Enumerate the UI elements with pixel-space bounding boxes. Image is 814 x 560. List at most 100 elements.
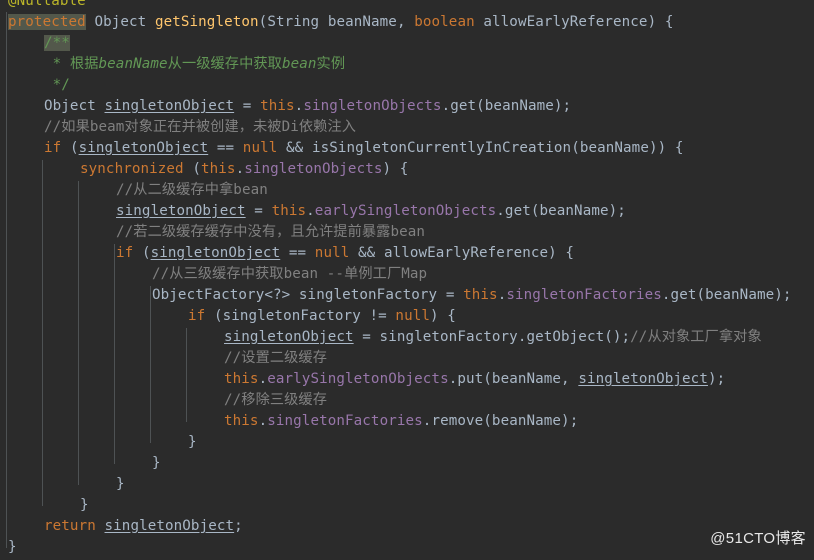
code-token: this [260, 98, 295, 114]
code-token: allowEarlyReference [474, 14, 648, 30]
code-token: ( [183, 161, 201, 177]
code-line[interactable]: /** [0, 33, 814, 54]
code-line[interactable]: //从三级缓存中获取bean --单例工厂Map [0, 264, 814, 285]
code-token: = [245, 203, 272, 219]
code-token: Object [44, 98, 96, 114]
code-line[interactable]: * 根据beanName从一级缓存中获取bean实例 [0, 54, 814, 75]
code-token: beanName [98, 56, 168, 72]
code-token: beanName, [319, 14, 415, 30]
code-token: //如果beam对象正在并被创建，未被Di依赖注入 [44, 119, 357, 135]
code-token: /** [44, 35, 70, 51]
code-content[interactable]: @Nullable protected Object getSingleton(S… [0, 0, 814, 558]
code-token: //若二级缓存缓存中没有，且允许提前暴露bean [116, 224, 426, 240]
code-token: if [44, 140, 62, 156]
code-token: == [280, 245, 315, 261]
code-token: ; [234, 518, 243, 534]
code-token: singletonObjects [244, 161, 383, 177]
code-token: Object [94, 14, 147, 30]
code-token: null [395, 308, 430, 324]
code-token: . [235, 161, 245, 177]
code-line[interactable]: @Nullable [0, 0, 814, 12]
code-editor[interactable]: @Nullable protected Object getSingleton(S… [0, 0, 814, 560]
code-token: .remove(beanName); [422, 413, 579, 429]
code-token: null [242, 140, 278, 156]
code-line[interactable]: } [0, 432, 814, 453]
code-token: null [314, 245, 350, 261]
code-token: ( [133, 245, 151, 261]
code-token: singletonFactories [267, 413, 423, 429]
code-token: singletonObject [150, 245, 281, 261]
code-token: */ [44, 77, 70, 93]
code-line[interactable]: return singletonObject; [0, 516, 814, 537]
code-line[interactable]: } [0, 537, 814, 558]
code-token: singletonObject [104, 518, 235, 534]
code-line[interactable]: //若二级缓存缓存中没有，且允许提前暴露bean [0, 222, 814, 243]
code-line[interactable]: } [0, 474, 814, 495]
code-token: //从二级缓存中拿bean [116, 182, 268, 198]
code-token: if [116, 245, 134, 261]
code-token: && isSingletonCurrentlyInCreation(beanNa… [277, 140, 684, 156]
code-token: String [267, 14, 320, 30]
code-token: . [258, 413, 268, 429]
code-line[interactable]: ObjectFactory<?> singletonFactory = this… [0, 285, 814, 306]
code-token: .put(beanName, [448, 371, 579, 387]
code-token: this [224, 371, 259, 387]
code-token: this [463, 287, 498, 303]
code-token: bean [281, 56, 317, 72]
code-line[interactable]: if (singletonObject == null && allowEarl… [0, 243, 814, 264]
code-token: singletonObject [104, 98, 235, 114]
code-token: singletonObject [224, 329, 354, 345]
code-token: getSingleton [154, 14, 259, 30]
code-line[interactable]: if (singletonFactory != null) { [0, 306, 814, 327]
code-line[interactable]: //移除三级缓存 [0, 390, 814, 411]
code-token: ) { [647, 14, 674, 30]
code-token: @Nullable [8, 0, 86, 9]
code-token: boolean [414, 14, 475, 30]
code-line[interactable]: */ [0, 75, 814, 96]
code-line[interactable]: this.earlySingletonObjects.put(beanName,… [0, 369, 814, 390]
code-token: this [224, 413, 259, 429]
code-token: singletonObject [578, 371, 708, 387]
code-line[interactable]: Object singletonObject = this.singletonO… [0, 96, 814, 117]
code-token: .get(beanName); [661, 287, 792, 303]
code-token: == [208, 140, 243, 156]
code-line[interactable]: //从二级缓存中拿bean [0, 180, 814, 201]
code-token: //从对象工厂拿对象 [630, 329, 762, 345]
code-token: singletonObject [116, 203, 246, 219]
code-token: . [258, 371, 268, 387]
code-line[interactable]: singletonObject = this.earlySingletonObj… [0, 201, 814, 222]
code-token: = [234, 98, 261, 114]
code-line[interactable]: //如果beam对象正在并被创建，未被Di依赖注入 [0, 117, 814, 138]
code-token: && allowEarlyReference) { [349, 245, 575, 261]
code-token: .get(beanName); [441, 98, 572, 114]
code-token: return [44, 518, 96, 534]
code-token: synchronized [80, 161, 184, 177]
code-token: ( [61, 140, 79, 156]
code-token: } [152, 455, 161, 471]
code-token: this [201, 161, 236, 177]
code-token: } [188, 434, 197, 450]
code-token: . [294, 98, 304, 114]
watermark-label: @51CTO博客 [710, 530, 806, 547]
code-line[interactable]: } [0, 495, 814, 516]
code-token: * [44, 56, 70, 72]
code-line[interactable]: this.singletonFactories.remove(beanName)… [0, 411, 814, 432]
code-token: 实例 [316, 56, 346, 72]
code-token: this [271, 203, 307, 219]
code-token: } [80, 497, 89, 513]
code-token: singletonObject [78, 140, 209, 156]
code-line[interactable]: singletonObject = singletonFactory.getOb… [0, 327, 814, 348]
code-token: ) { [430, 308, 456, 324]
code-line[interactable]: protected Object getSingleton(String bea… [0, 12, 814, 33]
code-token: singletonFactories [506, 287, 662, 303]
code-token: (singletonFactory != [205, 308, 396, 324]
code-line[interactable]: } [0, 453, 814, 474]
code-token: earlySingletonObjects [314, 203, 497, 219]
code-line[interactable]: if (singletonObject == null && isSinglet… [0, 138, 814, 159]
code-line[interactable]: synchronized (this.singletonObjects) { [0, 159, 814, 180]
code-token: ObjectFactory<?> singletonFactory = [152, 287, 464, 303]
code-line[interactable]: //设置二级缓存 [0, 348, 814, 369]
